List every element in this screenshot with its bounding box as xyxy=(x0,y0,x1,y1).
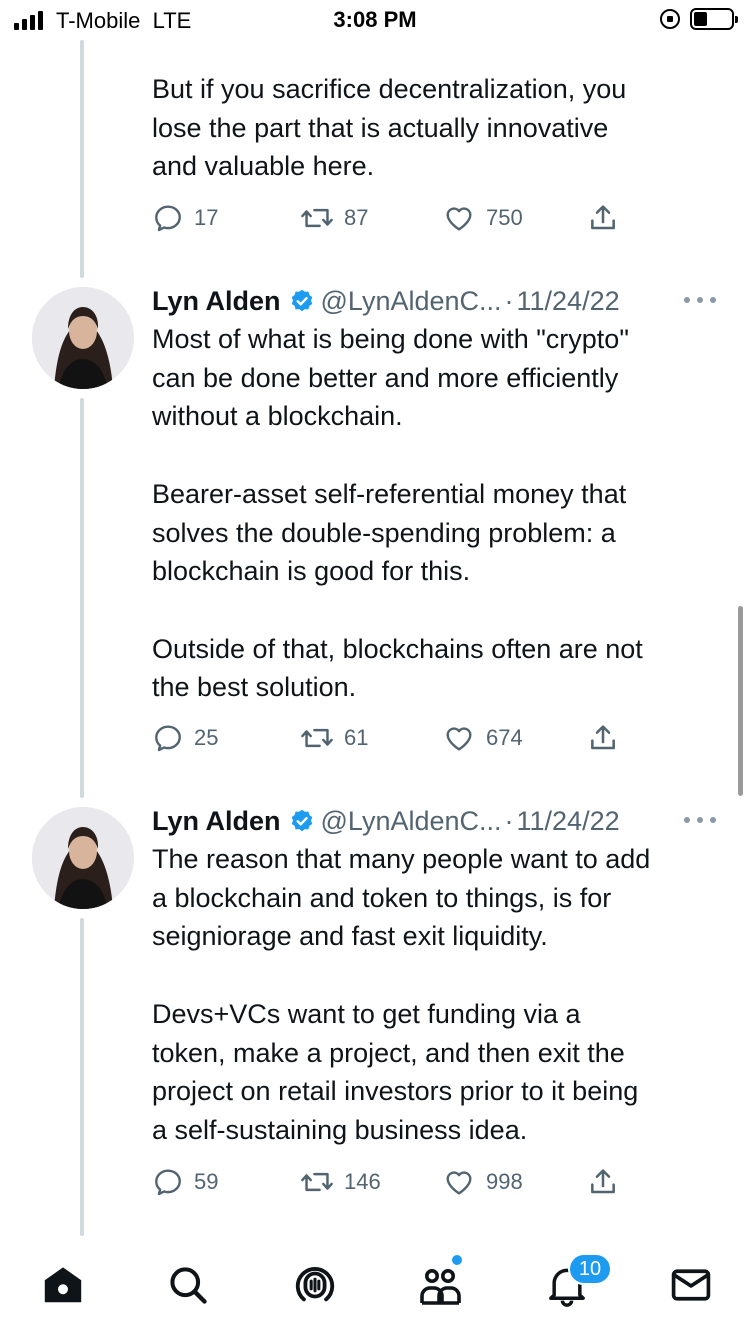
more-options-icon[interactable] xyxy=(684,297,716,305)
battery-icon xyxy=(690,8,738,30)
separator: · xyxy=(504,285,514,316)
retweet-count: 61 xyxy=(344,725,369,750)
heart-icon xyxy=(446,1171,472,1195)
scrollbar[interactable] xyxy=(738,606,743,796)
thread-connector xyxy=(80,918,84,1236)
tweet-header: Lyn Alden @LynAldenC... · 11/24/22 xyxy=(152,283,620,319)
reply-button[interactable]: 25 xyxy=(152,718,218,758)
tweet-text: But if you sacrifice decentralization, y… xyxy=(152,74,627,182)
home-icon xyxy=(44,1267,82,1303)
thread-connector xyxy=(80,398,84,798)
tweet-actions: 17 87 750 xyxy=(152,198,632,238)
author-name[interactable]: Lyn Alden xyxy=(152,286,281,317)
tab-spaces[interactable] xyxy=(290,1260,340,1310)
retweet-icon xyxy=(301,1172,333,1192)
like-count: 674 xyxy=(486,725,523,750)
orientation-lock-icon xyxy=(660,9,680,29)
retweet-icon xyxy=(301,208,333,228)
tab-home[interactable] xyxy=(38,1260,88,1310)
like-button[interactable]: 674 xyxy=(442,718,523,758)
bottom-tab-bar xyxy=(0,1240,750,1334)
search-icon xyxy=(170,1267,207,1304)
tweet-actions: 25 61 674 xyxy=(152,718,632,758)
share-button[interactable] xyxy=(587,718,619,758)
like-count: 750 xyxy=(486,205,523,230)
reply-count: 17 xyxy=(194,205,219,230)
reply-icon xyxy=(155,725,181,752)
messages-icon xyxy=(671,1269,711,1301)
retweet-button[interactable]: 61 xyxy=(300,718,368,758)
share-icon xyxy=(591,205,615,230)
tweet-date[interactable]: 11/24/22 xyxy=(517,806,620,837)
avatar[interactable] xyxy=(32,807,134,909)
communities-icon xyxy=(420,1269,461,1305)
status-time: 3:08 PM xyxy=(333,7,417,32)
share-button[interactable] xyxy=(587,198,619,238)
tab-messages[interactable] xyxy=(666,1260,716,1310)
like-button[interactable]: 998 xyxy=(442,1162,523,1202)
retweet-count: 146 xyxy=(344,1169,381,1194)
tweet-text: Most of what is being done with "crypto"… xyxy=(152,324,643,703)
reply-count: 59 xyxy=(194,1169,219,1194)
author-handle[interactable]: @LynAldenC... xyxy=(321,286,502,317)
reply-icon xyxy=(155,1169,181,1196)
share-icon xyxy=(591,725,615,750)
share-icon xyxy=(591,1169,615,1194)
author-handle[interactable]: @LynAldenC... xyxy=(321,806,502,837)
share-button[interactable] xyxy=(587,1162,619,1202)
avatar-image xyxy=(32,807,134,909)
separator: · xyxy=(504,805,514,836)
tweet-text: The reason that many people want to add … xyxy=(152,844,651,1145)
thread-connector xyxy=(80,40,84,278)
reply-button[interactable]: 59 xyxy=(152,1162,218,1202)
verified-badge-icon xyxy=(291,289,312,312)
spaces-icon xyxy=(295,1267,335,1302)
reply-count: 25 xyxy=(194,725,219,750)
status-bar: T-Mobile LTE 3:08 PM xyxy=(0,0,750,40)
like-count: 998 xyxy=(486,1169,523,1194)
communities-unread-dot xyxy=(452,1255,462,1265)
retweet-count: 87 xyxy=(344,205,369,230)
tab-communities[interactable] xyxy=(416,1260,466,1310)
reply-icon xyxy=(155,205,181,232)
tweet-actions: 59 146 998 xyxy=(152,1162,632,1202)
retweet-icon xyxy=(301,728,333,748)
tab-search[interactable] xyxy=(163,1260,213,1310)
tweet-date[interactable]: 11/24/22 xyxy=(517,286,620,317)
more-options-icon[interactable] xyxy=(684,817,716,825)
avatar-image xyxy=(32,287,134,389)
author-name[interactable]: Lyn Alden xyxy=(152,806,281,837)
retweet-button[interactable]: 87 xyxy=(300,198,368,238)
avatar[interactable] xyxy=(32,287,134,389)
retweet-button[interactable]: 146 xyxy=(300,1162,381,1202)
notifications-badge: 10 xyxy=(568,1253,612,1285)
verified-badge-icon xyxy=(291,809,312,832)
heart-icon xyxy=(446,207,472,231)
heart-icon xyxy=(446,727,472,751)
like-button[interactable]: 750 xyxy=(442,198,523,238)
tweet-header: Lyn Alden @LynAldenC... · 11/24/22 xyxy=(152,803,620,839)
reply-button[interactable]: 17 xyxy=(152,198,218,238)
